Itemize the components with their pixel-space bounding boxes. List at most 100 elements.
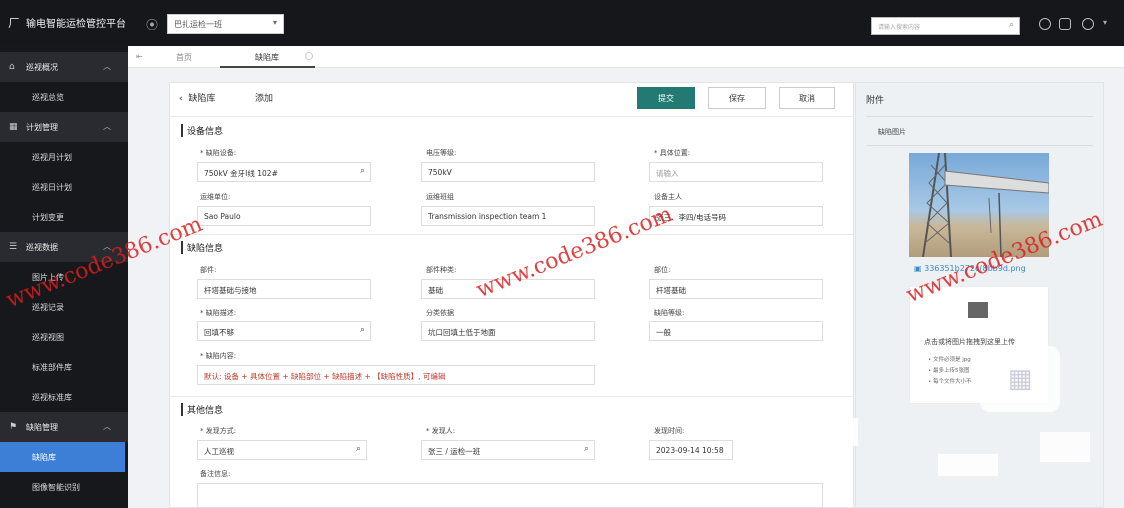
- remarks-label: 备注信息:: [200, 470, 231, 478]
- level-field[interactable]: 一般: [649, 321, 823, 341]
- sidebar-item-defect-library[interactable]: 缺陷库: [0, 442, 125, 472]
- image-file-icon: ▣: [914, 264, 922, 273]
- search-icon[interactable]: ⌕: [584, 444, 589, 454]
- user-menu-chevron-icon[interactable]: ▾: [1103, 18, 1107, 27]
- settings-icon[interactable]: [1039, 18, 1051, 30]
- sidebar-item-standards-library[interactable]: 巡视标准库: [0, 382, 128, 412]
- sidebar-item-overview[interactable]: 巡视总览: [0, 82, 128, 112]
- sidebar-item-records[interactable]: 巡视记录: [0, 292, 128, 322]
- back-chevron-icon[interactable]: ‹: [179, 94, 183, 104]
- ops-unit-label: 运维单位:: [200, 193, 231, 201]
- level-label: 缺陷等级:: [654, 309, 685, 317]
- sidebar-item-parts-library[interactable]: 标准部件库: [0, 352, 128, 382]
- defect-desc-value: 回填不够: [204, 328, 234, 337]
- chevron-up-icon: ︿: [103, 422, 111, 431]
- voltage-label: 电压等级:: [426, 149, 457, 157]
- basis-field[interactable]: 坑口回填土低于地面: [421, 321, 595, 341]
- glare: [938, 454, 998, 476]
- upload-box-icon: [968, 302, 988, 318]
- file-name-text: 336351b272c(8bb9d.png: [924, 264, 1026, 273]
- section-defect-title: 缺陷信息: [181, 241, 223, 254]
- attachment-file-name[interactable]: ▣ 336351b272c(8bb9d.png: [914, 264, 1026, 273]
- device-owner-field[interactable]: 张三、李四/电话号码: [649, 206, 823, 226]
- glare: [1040, 432, 1090, 462]
- divider: [169, 396, 854, 397]
- search-icon[interactable]: ⌕: [360, 325, 365, 335]
- voltage-field[interactable]: 750kV: [421, 162, 595, 182]
- glare: [828, 418, 858, 446]
- sidebar-item-views[interactable]: 巡视视图: [0, 322, 128, 352]
- sidebar-group-plan[interactable]: ▦ 计划管理 ︿: [0, 112, 128, 142]
- defect-device-value: 750kV 金牙Ⅰ线 102#: [204, 169, 278, 178]
- content-field[interactable]: 默认: 设备 + 具体位置 + 缺陷部位 + 缺陷描述 + 【缺陷性质】, 可编…: [197, 365, 595, 385]
- found-method-label: * 发现方式:: [200, 427, 237, 435]
- divider: [866, 116, 1093, 117]
- sidebar-item-monthly-plan[interactable]: 巡视月计划: [0, 142, 128, 172]
- sidebar-group-label: 巡视概况: [26, 62, 58, 72]
- ops-team-field[interactable]: Transmission inspection team 1: [421, 206, 595, 226]
- part-field[interactable]: 杆塔基础与接地: [197, 279, 371, 299]
- defect-device-field[interactable]: 750kV 金牙Ⅰ线 102# ⌕: [197, 162, 371, 182]
- attachment-subtitle: 缺陷图片: [878, 128, 906, 136]
- location-field[interactable]: 请输入: [649, 162, 823, 182]
- search-icon[interactable]: ⌕: [356, 444, 361, 454]
- device-owner-label: 设备主人: [654, 193, 682, 201]
- ops-unit-field[interactable]: Sao Paulo: [197, 206, 371, 226]
- sidebar-group-defects[interactable]: ⚑ 缺陷管理 ︿: [0, 412, 128, 442]
- divider: [169, 116, 854, 117]
- divider: [169, 234, 854, 235]
- finder-value: 张三 / 运检一班: [428, 447, 481, 456]
- found-time-label: 发现时间:: [654, 427, 685, 435]
- sidebar-item-image-recognition[interactable]: 图像智能识别: [0, 472, 128, 502]
- tab-close-icon[interactable]: [305, 52, 313, 60]
- home-icon: ⌂: [9, 62, 15, 72]
- divider: [866, 145, 1093, 146]
- theme-icon[interactable]: [1059, 18, 1071, 30]
- brand: ㄏ 输电智能运检管控平台: [8, 14, 126, 31]
- finder-label: * 发现人:: [426, 427, 456, 435]
- chevron-up-icon: ︿: [103, 122, 111, 131]
- save-button[interactable]: 保存: [708, 87, 766, 109]
- tabs-back-icon[interactable]: ⇤: [136, 52, 143, 61]
- found-time-field[interactable]: 2023-09-14 10:58: [649, 440, 733, 460]
- submit-button[interactable]: 提交: [637, 87, 695, 109]
- sidebar-item-plan-change[interactable]: 计划变更: [0, 202, 128, 232]
- user-avatar-icon[interactable]: [1082, 18, 1094, 30]
- team-select[interactable]: 巴扎运检一班 ▾: [167, 14, 284, 34]
- location-pin-icon: ⦿: [146, 18, 159, 32]
- flag-icon: ⚑: [9, 422, 18, 432]
- content-label: * 缺陷内容:: [200, 352, 237, 360]
- sidebar-group-label: 计划管理: [26, 122, 58, 132]
- basis-label: 分类依据: [426, 309, 454, 317]
- upload-rule: • 最多上传5张图: [928, 368, 970, 374]
- tab-defect-library[interactable]: 缺陷库: [255, 52, 279, 63]
- tab-bar: ⇤ 首页 缺陷库: [128, 46, 1124, 68]
- part-type-field[interactable]: 基础: [421, 279, 595, 299]
- defect-photo[interactable]: [909, 153, 1049, 257]
- breadcrumb-parent[interactable]: ‹ 缺陷库: [179, 91, 215, 104]
- team-select-value: 巴扎运检一班: [174, 20, 222, 29]
- location-label: * 具体位置:: [654, 149, 691, 157]
- sidebar-group-label: 巡视数据: [26, 242, 58, 252]
- sidebar-group-label: 缺陷管理: [26, 422, 58, 432]
- breadcrumb-current: 添加: [255, 94, 274, 104]
- sidebar-group-data[interactable]: ☰ 巡视数据 ︿: [0, 232, 128, 262]
- part-label: 部件:: [200, 266, 217, 274]
- search-icon[interactable]: ⌕: [1009, 20, 1014, 30]
- sidebar-group-overview[interactable]: ⌂ 巡视概况 ︿: [0, 52, 128, 82]
- position-field[interactable]: 杆塔基础: [649, 279, 823, 299]
- position-label: 部位:: [654, 266, 671, 274]
- sidebar-item-image-upload[interactable]: 图片上传: [0, 262, 128, 292]
- search-icon[interactable]: ⌕: [360, 166, 365, 176]
- finder-field[interactable]: 张三 / 运检一班 ⌕: [421, 440, 595, 460]
- upload-rule: • 文件必须是 jpg: [928, 357, 971, 363]
- defect-desc-field[interactable]: 回填不够 ⌕: [197, 321, 371, 341]
- remarks-field[interactable]: [197, 483, 823, 508]
- tab-home[interactable]: 首页: [176, 52, 192, 63]
- cancel-button[interactable]: 取消: [779, 87, 835, 109]
- ops-team-label: 运维班组: [426, 193, 454, 201]
- sidebar-item-daily-plan[interactable]: 巡视日计划: [0, 172, 128, 202]
- search-input[interactable]: 请输入搜索内容 ⌕: [871, 17, 1020, 35]
- found-method-field[interactable]: 人工巡视 ⌕: [197, 440, 367, 460]
- chevron-up-icon: ︿: [103, 242, 111, 251]
